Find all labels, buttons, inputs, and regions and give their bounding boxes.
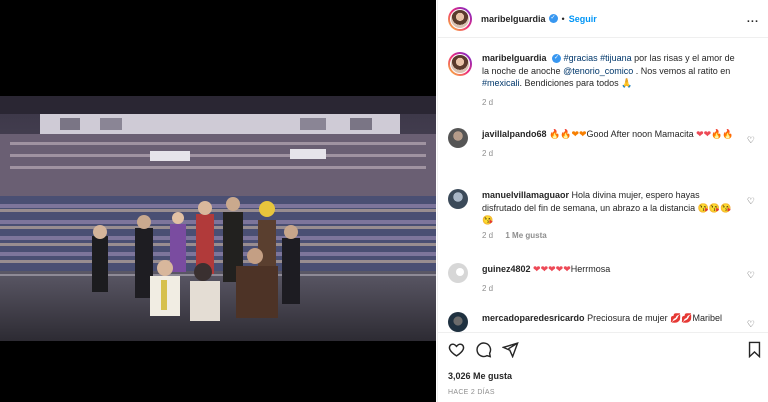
comment-item: guinez4802 ❤❤❤❤❤Herrmosa 2 d ♡: [448, 263, 758, 293]
comment-item: javillalpando68 🔥🔥❤❤Good After noon Mama…: [448, 128, 758, 158]
comment-text: manuelvillamaguaor Hola divina mujer, es…: [482, 189, 740, 227]
comment-text: javillalpando68 🔥🔥❤❤Good After noon Mama…: [482, 128, 740, 141]
verified-icon: ✓: [548, 14, 558, 23]
comment-content: Herrmosa: [570, 264, 611, 274]
comment-emoji-suffix: ❤❤🔥🔥: [696, 129, 734, 139]
comment-content: Good After noon Mamacita: [586, 129, 697, 139]
post-side-panel: maribelguardia ✓ • Seguir ... maribelgua…: [437, 0, 768, 402]
bookmark-icon[interactable]: [746, 341, 763, 359]
commenter-avatar[interactable]: [448, 263, 468, 283]
comment-emoji-prefix: ❤❤❤❤❤: [533, 264, 571, 274]
post-time-ago[interactable]: HACE 2 DÍAS: [448, 389, 495, 396]
author-username[interactable]: maribelguardia: [481, 14, 546, 24]
caption-row: maribelguardia ✓ #gracias #tijuana por l…: [448, 52, 758, 107]
comment-time[interactable]: 2 d: [482, 231, 493, 240]
comment-username[interactable]: mercadoparedesricardo: [482, 313, 585, 323]
caption-text: maribelguardia ✓ #gracias #tijuana por l…: [482, 52, 740, 90]
comment-meta: 2 d: [482, 284, 740, 293]
caption-text-2: . Nos vemos al ratito en: [633, 65, 731, 76]
post-actions-bar: 3,026 Me gusta HACE 2 DÍAS: [438, 332, 768, 402]
mention-tenorio[interactable]: @tenorio_comico: [563, 66, 633, 76]
separator-dot: •: [561, 13, 565, 24]
caption-text-3: . Bendiciones para todos 🙏: [519, 78, 633, 88]
comment-body: mercadoparedesricardo Preciosura de muje…: [482, 312, 740, 332]
comment-username[interactable]: manuelvillamaguaor: [482, 190, 569, 200]
commenter-avatar[interactable]: [448, 189, 468, 209]
comment-like-icon[interactable]: ♡: [747, 196, 755, 207]
comment-like-icon[interactable]: ♡: [747, 319, 755, 330]
hashtag-mexicali[interactable]: #mexicali: [482, 78, 520, 88]
comment-item: manuelvillamaguaor Hola divina mujer, es…: [448, 189, 758, 240]
comment-meta: 2 d: [482, 149, 740, 158]
caption-avatar[interactable]: [448, 52, 472, 76]
action-icons: [448, 341, 519, 358]
likes-count[interactable]: 3,026 Me gusta: [448, 371, 512, 381]
comment-meta: 2 d 1 Me gusta: [482, 231, 740, 240]
commenter-avatar[interactable]: [448, 312, 468, 332]
commenter-avatar[interactable]: [448, 128, 468, 148]
post-photo[interactable]: [0, 96, 436, 341]
comment-emoji-prefix: 🔥🔥❤❤: [549, 129, 587, 139]
caption-time[interactable]: 2 d: [482, 98, 493, 107]
verified-icon: ✓: [552, 54, 562, 64]
comment-text: guinez4802 ❤❤❤❤❤Herrmosa: [482, 263, 740, 276]
post-header: maribelguardia ✓ • Seguir ...: [438, 0, 768, 38]
heart-icon[interactable]: [448, 341, 465, 358]
hashtag-gracias[interactable]: #gracias: [564, 53, 598, 63]
caption-meta: 2 d: [482, 98, 740, 107]
comment-body: guinez4802 ❤❤❤❤❤Herrmosa 2 d: [482, 263, 740, 293]
comment-like-icon[interactable]: ♡: [747, 270, 755, 281]
comment-content: Preciosura de mujer 💋💋Maribel: [587, 313, 723, 323]
comment-icon[interactable]: [475, 341, 492, 358]
more-icon[interactable]: ...: [747, 13, 759, 25]
comment-like-icon[interactable]: ♡: [747, 135, 755, 146]
comment-username[interactable]: guinez4802: [482, 264, 531, 274]
comment-item: mercadoparedesricardo Preciosura de muje…: [448, 312, 758, 332]
caption-body: maribelguardia ✓ #gracias #tijuana por l…: [482, 52, 740, 107]
hashtag-tijuana[interactable]: #tijuana: [600, 53, 632, 63]
comment-body: javillalpando68 🔥🔥❤❤Good After noon Mama…: [482, 128, 740, 158]
caption-username[interactable]: maribelguardia: [482, 53, 547, 63]
comment-text: mercadoparedesricardo Preciosura de muje…: [482, 312, 740, 325]
save-button[interactable]: [746, 341, 763, 360]
comment-likes-count[interactable]: 1 Me gusta: [505, 231, 546, 240]
author-avatar[interactable]: [448, 6, 472, 31]
post-media: [0, 0, 436, 402]
stage-photo-image: [0, 96, 436, 341]
share-icon[interactable]: [502, 341, 519, 358]
comment-time[interactable]: 2 d: [482, 284, 493, 293]
comment-body: manuelvillamaguaor Hola divina mujer, es…: [482, 189, 740, 240]
follow-button[interactable]: Seguir: [569, 14, 597, 24]
comment-time[interactable]: 2 d: [482, 149, 493, 158]
comment-username[interactable]: javillalpando68: [482, 129, 547, 139]
